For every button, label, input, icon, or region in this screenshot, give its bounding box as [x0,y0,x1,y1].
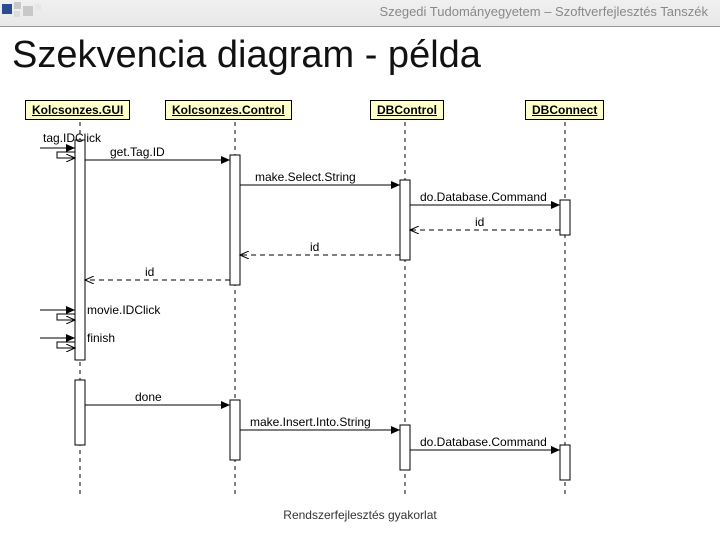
slide-title: Szekvencia diagram - példa [12,34,481,77]
header-decoration-icon [0,0,70,26]
msg-id3: id [145,265,154,279]
msg-makeinsert: make.Insert.Into.String [250,415,371,429]
slide-header: Szegedi Tudományegyetem – Szoftverfejles… [0,0,720,27]
msg-done: done [135,390,162,404]
msg-makeselect: make.Select.String [255,170,356,184]
msg-finish: finish [87,331,115,345]
msg-dodbcmd1: do.Database.Command [420,190,547,204]
msg-moviedclick: movie.IDClick [87,303,161,317]
msg-id1: id [475,215,484,229]
header-institution: Szegedi Tudományegyetem – Szoftverfejles… [379,4,708,19]
msg-id2: id [310,240,319,254]
sequence-diagram: Kolcsonzes.GUI Kolcsonzes.Control DBCont… [15,100,705,500]
msg-gettagid: get.Tag.ID [110,145,165,159]
msg-tagdclick: tag.IDClick [43,131,102,145]
sequence-svg: tag.IDClick get.Tag.ID make.Select.Strin… [15,100,705,500]
msg-dodbcmd2: do.Database.Command [420,435,547,449]
slide-footer: Rendszerfejlesztés gyakorlat [0,508,720,522]
